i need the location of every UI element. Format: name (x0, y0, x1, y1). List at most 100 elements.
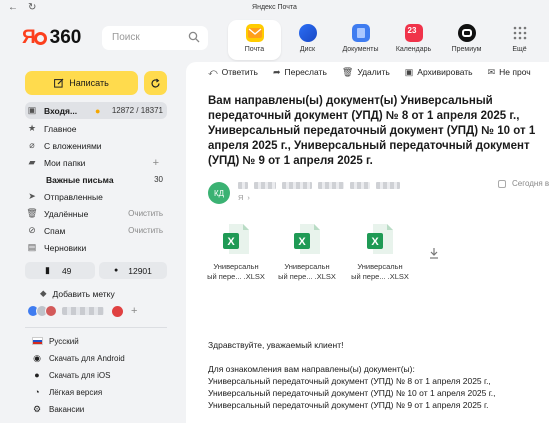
android-icon: ◉ (33, 352, 41, 363)
folder-important[interactable]: Важные письма 30 (46, 171, 167, 188)
folder-inbox[interactable]: ▣ Входя... ● 12872 / 18371 (25, 102, 167, 119)
vacancies-link[interactable]: ⚙ Вакансии (31, 402, 84, 416)
message-view: ⤺ Ответить ➦ Переслать 🗑︎ Удалить ▣ Архивиро… (186, 62, 549, 423)
svg-text:X: X (227, 236, 235, 248)
gear-icon: ⚙ (32, 403, 42, 414)
not-spam-button[interactable]: ✉ Не проч (488, 67, 531, 78)
clear-deleted-link[interactable]: Очистить (128, 209, 163, 218)
inbox-icon: ▣ (27, 105, 37, 115)
excel-file-icon: X (294, 224, 320, 254)
logo-ya: Я (22, 27, 36, 48)
mail-icon: ✉ (487, 66, 496, 77)
document-line: Универсальный передаточный документ (УПД… (208, 376, 491, 386)
search-placeholder: Поиск (112, 32, 140, 43)
sender-avatar[interactable]: КД (208, 182, 230, 204)
bookmark-icon: ▮ (45, 265, 50, 275)
excel-file-icon: X (223, 224, 249, 254)
clear-spam-link[interactable]: Очистить (128, 226, 163, 235)
flag-russia-icon (31, 337, 43, 345)
bookmarks-filter[interactable]: ▮ 49 (25, 262, 95, 279)
forward-button[interactable]: ➦ Переслать (273, 67, 327, 78)
greeting: Здравствуйте, уважаемый клиент! (208, 340, 344, 350)
folder-my-folders[interactable]: ▰ Мои папки + (25, 154, 167, 171)
grid-icon (511, 24, 529, 42)
message-toolbar: ⤺ Ответить ➦ Переслать 🗑︎ Удалить ▣ Архивиро… (186, 62, 549, 82)
search-icon (188, 31, 200, 43)
folder-icon: ▰ (28, 157, 36, 167)
attachment-3[interactable]: X Универсальн ый пере... .XLSX (345, 224, 415, 282)
folder-spam[interactable]: ⊘ Спам Очистить (25, 222, 167, 239)
yandex-360-logo[interactable]: Я 360 (22, 27, 81, 49)
refresh-icon (151, 78, 160, 87)
folder-main[interactable]: ★ Главное (25, 120, 167, 137)
window-title: Яндекс Почта (252, 4, 297, 11)
app-premium[interactable]: Премиум (440, 20, 493, 60)
add-label-link[interactable]: ◆ Добавить метку (40, 288, 115, 299)
folder-drafts[interactable]: ▤ Черновики (25, 239, 167, 256)
account-avatar[interactable] (112, 305, 123, 317)
unread-dot-icon: ● (114, 267, 119, 274)
trash-icon: 🗑︎ (341, 66, 354, 77)
lite-version-link[interactable]: ◔ Лёгкая версия (31, 385, 102, 399)
attachment-2[interactable]: X Универсальн ый пере... .XLSX (272, 224, 342, 282)
unread-dot-icon: ● (95, 105, 101, 116)
unread-filter[interactable]: ● 12901 (99, 262, 167, 279)
app-calendar[interactable]: 23 Календарь (387, 20, 440, 60)
title-bar: ← ↻ Яндекс Почта (0, 0, 549, 18)
add-account-icon[interactable]: + (131, 305, 137, 317)
excel-file-icon: X (367, 224, 393, 254)
sidebar-divider (25, 327, 167, 328)
tag-icon: ◆ (40, 288, 47, 298)
search-input[interactable]: Поиск (102, 26, 208, 50)
premium-icon (457, 24, 476, 42)
message-body: Здравствуйте, уважаемый клиент! Для озна… (208, 339, 548, 411)
disk-icon (298, 24, 317, 42)
download-android-link[interactable]: ◉ Скачать для Android (31, 351, 125, 365)
sender-info-blurred[interactable] (238, 180, 406, 190)
add-folder-icon[interactable]: + (153, 157, 159, 169)
app-more[interactable]: Ещё (493, 20, 546, 60)
delete-button[interactable]: 🗑︎ Удалить (342, 67, 390, 78)
app-documents[interactable]: Документы (334, 20, 387, 60)
svg-text:X: X (371, 236, 379, 248)
account-avatar[interactable] (45, 305, 57, 317)
logo-360: 360 (49, 27, 82, 48)
archive-icon: ▣ (404, 66, 414, 77)
select-checkbox[interactable] (498, 179, 506, 188)
calendar-icon: 23 (404, 24, 423, 42)
folder-with-attachments[interactable]: ⌀ С вложениями (25, 137, 167, 154)
send-icon: ➤ (28, 191, 36, 201)
reply-button[interactable]: ⤺ Ответить (208, 67, 258, 78)
intro-line: Для ознакомления вам направлены(ы) докум… (208, 364, 415, 374)
refresh-button[interactable] (144, 71, 167, 95)
mail-icon (245, 24, 264, 42)
apple-icon: ● (34, 370, 40, 380)
account-email-blurred (62, 307, 104, 315)
lite-version-icon: ◔ (34, 387, 40, 397)
download-all-icon[interactable] (428, 247, 440, 259)
accounts-row[interactable]: + (27, 305, 137, 317)
paperclip-icon: ⌀ (29, 140, 35, 150)
document-line: Универсальный передаточный документ (УПД… (208, 400, 489, 410)
reply-icon: ⤺ (208, 66, 218, 77)
download-ios-link[interactable]: ● Скачать для iOS (31, 368, 110, 382)
app-switcher: Почта Диск Документы 23 Календарь Премиу… (228, 20, 546, 60)
attachment-1[interactable]: X Универсальн ый пере... .XLSX (201, 224, 271, 282)
folder-deleted[interactable]: 🗑︎ Удалённые Очистить (25, 205, 167, 222)
app-mail[interactable]: Почта (228, 20, 281, 60)
archive-button[interactable]: ▣ Архивировать (405, 67, 473, 78)
logo-circle-icon (33, 31, 47, 45)
draft-icon: ▤ (27, 242, 37, 252)
important-count: 30 (154, 175, 163, 184)
forward-icon: ➦ (272, 66, 281, 77)
language-selector[interactable]: Русский (31, 334, 79, 348)
message-subject: Вам направлены(ы) документ(ы) Универсаль… (208, 95, 536, 167)
recipient-line[interactable]: Я › (238, 193, 250, 202)
folder-sent[interactable]: ➤ Отправленные (25, 188, 167, 205)
app-disk[interactable]: Диск (281, 20, 334, 60)
documents-icon (351, 24, 370, 42)
sidebar: Написать ▣ Входя... ● 12872 / 18371 ★ Гл… (0, 62, 186, 423)
document-line: Универсальный передаточный документ (УПД… (208, 388, 496, 398)
compose-icon (54, 78, 64, 88)
compose-button[interactable]: Написать (25, 71, 138, 95)
